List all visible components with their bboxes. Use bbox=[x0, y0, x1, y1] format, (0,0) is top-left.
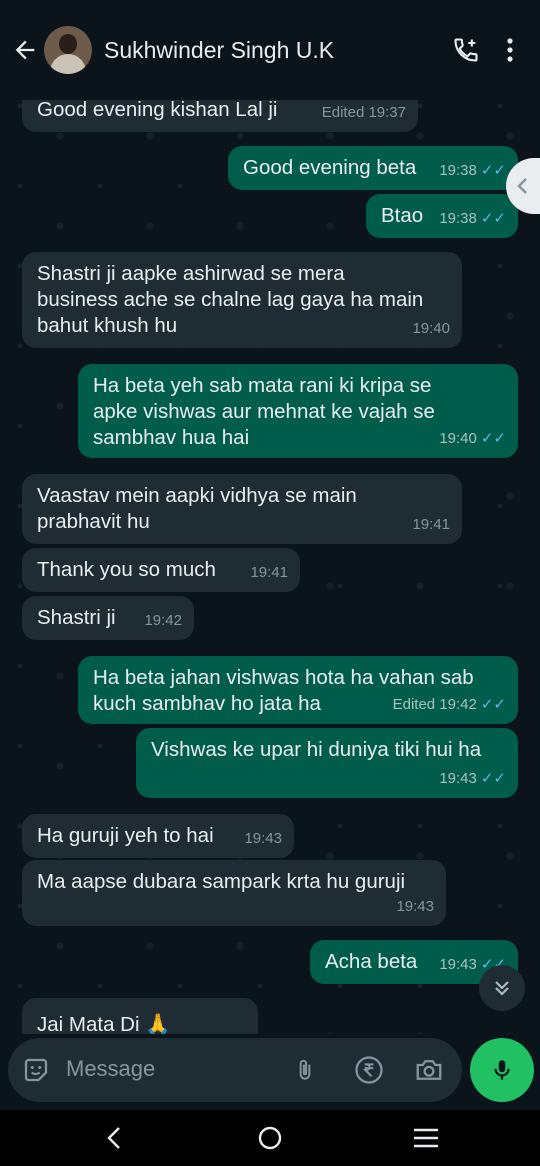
message-incoming[interactable]: Jai Mata Di 🙏 bbox=[22, 998, 258, 1034]
chat-header: Sukhwinder Singh U.K bbox=[0, 0, 540, 100]
mic-button[interactable] bbox=[470, 1038, 534, 1102]
message-time: 19:42 bbox=[144, 612, 182, 629]
message-outgoing[interactable]: Ha beta jahan vishwas hota ha vahan sab … bbox=[78, 656, 518, 724]
message-input[interactable]: Message bbox=[66, 1056, 155, 1082]
message-text: Vaastav mein aapki vidhya se main prabha… bbox=[37, 484, 357, 533]
message-outgoing[interactable]: Ha beta yeh sab mata rani ki kripa se ap… bbox=[78, 364, 518, 458]
read-ticks-icon: ✓✓ bbox=[480, 210, 506, 227]
read-ticks-icon: ✓✓ bbox=[480, 162, 506, 179]
message-incoming[interactable]: Thank you so much 19:41 bbox=[22, 548, 300, 592]
message-time: 19:38 ✓✓ bbox=[439, 206, 506, 232]
message-incoming[interactable]: Shastri ji aapke ashirwad se mera busine… bbox=[22, 252, 462, 348]
message-text: Good evening beta bbox=[243, 156, 417, 179]
message-time: 19:43 bbox=[244, 830, 282, 847]
message-text: Thank you so much bbox=[37, 558, 216, 581]
message-time: 19:40 bbox=[412, 320, 450, 337]
system-navigation-bar bbox=[0, 1110, 540, 1166]
message-text: Acha beta bbox=[325, 950, 418, 973]
message-time: Edited 19:37 bbox=[321, 104, 406, 121]
message-incoming[interactable]: Ha guruji yeh to hai 19:43 bbox=[22, 814, 294, 858]
message-time: 19:38 ✓✓ bbox=[439, 158, 506, 184]
message-text: Jai Mata Di 🙏 bbox=[37, 1013, 171, 1034]
rupee-payment-icon[interactable] bbox=[353, 1054, 385, 1086]
message-text: Ha guruji yeh to hai bbox=[37, 824, 214, 847]
nav-home-icon[interactable] bbox=[250, 1122, 290, 1154]
message-incoming[interactable]: Vaastav mein aapki vidhya se main prabha… bbox=[22, 474, 462, 544]
message-incoming[interactable]: Ma aapse dubara sampark krta hu guruji 1… bbox=[22, 860, 446, 926]
message-outgoing[interactable]: Vishwas ke upar hi duniya tiki hui ha 19… bbox=[136, 728, 518, 798]
read-ticks-icon: ✓✓ bbox=[480, 770, 506, 787]
read-ticks-icon: ✓✓ bbox=[480, 696, 506, 713]
message-text: Shastri ji bbox=[37, 606, 116, 629]
message-time: 19:41 bbox=[250, 564, 288, 581]
message-time: Edited 19:42 ✓✓ bbox=[393, 692, 506, 718]
attach-icon[interactable] bbox=[289, 1054, 321, 1086]
nav-back-icon[interactable] bbox=[94, 1122, 134, 1154]
message-time: 19:43 ✓✓ bbox=[439, 766, 506, 792]
contact-name[interactable]: Sukhwinder Singh U.K bbox=[104, 37, 444, 64]
nav-recents-icon[interactable] bbox=[406, 1122, 446, 1154]
message-text: Shastri ji aapke ashirwad se mera busine… bbox=[37, 262, 424, 337]
message-time: 19:43 bbox=[396, 898, 434, 915]
camera-icon[interactable] bbox=[413, 1054, 445, 1086]
message-text: Ha beta yeh sab mata rani ki kripa se ap… bbox=[93, 374, 435, 449]
mic-icon bbox=[494, 1060, 510, 1080]
more-options-icon[interactable] bbox=[488, 28, 532, 72]
chat-area[interactable]: Good evening kishan Lal ji Edited 19:37 … bbox=[0, 86, 540, 1034]
message-text: Vishwas ke upar hi duniya tiki hui ha bbox=[151, 738, 482, 761]
message-text: Good evening kishan Lal ji bbox=[37, 98, 278, 121]
add-call-icon[interactable] bbox=[444, 28, 488, 72]
message-text: Ma aapse dubara sampark krta hu guruji bbox=[37, 870, 406, 893]
message-composer[interactable]: Message bbox=[8, 1038, 462, 1102]
message-outgoing[interactable]: Btao 19:38 ✓✓ bbox=[366, 194, 518, 238]
message-incoming[interactable]: Shastri ji 19:42 bbox=[22, 596, 194, 640]
read-ticks-icon: ✓✓ bbox=[480, 430, 506, 447]
scroll-to-bottom-button[interactable] bbox=[479, 965, 525, 1011]
back-arrow-icon[interactable] bbox=[6, 31, 44, 69]
avatar[interactable] bbox=[44, 26, 92, 74]
message-time: 19:40 ✓✓ bbox=[439, 426, 506, 452]
message-time: 19:41 bbox=[412, 516, 450, 533]
message-outgoing[interactable]: Good evening beta 19:38 ✓✓ bbox=[228, 146, 518, 190]
message-text: Btao bbox=[381, 204, 424, 227]
sticker-icon[interactable] bbox=[20, 1054, 52, 1086]
